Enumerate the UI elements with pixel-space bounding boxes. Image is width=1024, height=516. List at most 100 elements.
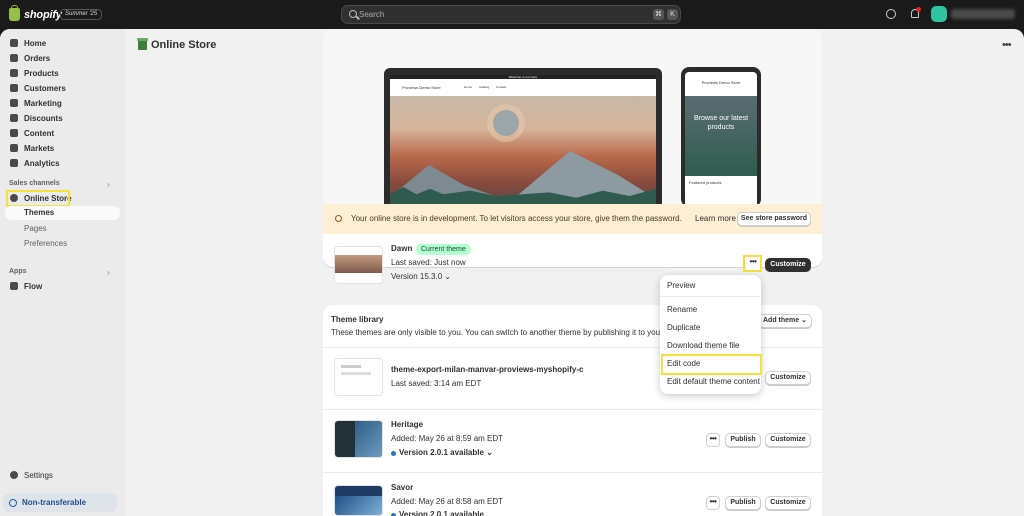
menu-item-duplicate[interactable]: Duplicate	[667, 323, 700, 332]
customize-button[interactable]: Customize	[765, 258, 811, 272]
sidebar-sub-pages[interactable]: Pages	[24, 224, 47, 233]
sidebar-item-label: Flow	[24, 281, 43, 291]
version-available[interactable]: Version 2.0.1 available	[399, 510, 484, 516]
divider	[323, 409, 822, 410]
current-theme-badge: Current theme	[416, 244, 471, 255]
version-label: Version 15.3.0	[391, 272, 443, 281]
more-actions-button[interactable]: •••	[706, 433, 720, 447]
apps-title[interactable]: Apps	[9, 268, 27, 275]
store-icon[interactable]	[886, 9, 896, 19]
edition-badge[interactable]: Summer '25	[60, 9, 103, 20]
chevron-right-icon[interactable]: ›	[107, 180, 110, 189]
heritage-thumbnail[interactable]	[334, 420, 383, 458]
non-transferable-banner[interactable]: Non-transferable	[3, 493, 117, 512]
chevron-right-icon[interactable]: ›	[107, 268, 110, 277]
phone-store-name: Proviews Demo Store	[701, 80, 741, 85]
search-icon	[349, 10, 357, 18]
search-placeholder: Search	[359, 10, 385, 19]
menu-item-download-theme-file[interactable]: Download theme file	[667, 341, 739, 350]
customize-button[interactable]: Customize	[765, 496, 811, 510]
learn-more-link[interactable]: Learn more	[695, 214, 736, 223]
gear-icon	[10, 471, 18, 479]
notification-badge	[916, 7, 921, 12]
savor-thumbnail[interactable]	[334, 485, 383, 516]
chevron-down-icon: ⌄	[801, 317, 807, 324]
shopify-logo[interactable]: shopify	[9, 5, 62, 21]
menu-item-preview[interactable]: Preview	[667, 281, 695, 290]
menu-item-edit-code[interactable]: Edit code	[661, 354, 762, 375]
sun-illustration	[493, 110, 519, 136]
menu-divider	[660, 296, 761, 297]
thumbnail-line	[341, 372, 371, 375]
theme-preview-area: Welcome to our store Proviews Demo Store…	[323, 29, 822, 207]
sidebar-item-orders[interactable]: Orders	[5, 51, 120, 65]
publish-button[interactable]: Publish	[725, 496, 761, 510]
target-icon	[10, 99, 18, 107]
current-theme-last-saved: Last saved: Just now	[391, 258, 466, 267]
laptop-preview[interactable]: Welcome to our store Proviews Demo Store…	[384, 68, 662, 205]
highlight-more-actions	[743, 255, 762, 272]
store-name: Proviews Demo Store	[402, 85, 441, 90]
tag-icon	[10, 69, 18, 77]
sidebar-item-products[interactable]: Products	[5, 66, 120, 80]
sidebar-item-customers[interactable]: Customers	[5, 81, 120, 95]
sidebar-item-label: Orders	[24, 53, 51, 63]
dawn-thumbnail[interactable]	[334, 246, 383, 284]
current-theme-name: Dawn	[391, 244, 413, 253]
account-name-blurred[interactable]	[951, 9, 1015, 19]
laptop-screen: Welcome to our store Proviews Demo Store…	[390, 75, 656, 205]
phone-preview[interactable]: Proviews Demo Store Browse our latest pr…	[681, 67, 761, 207]
highlight-online-store	[6, 190, 70, 207]
phone-featured-label: Featured products	[689, 180, 722, 185]
phone-banner: Browse our latest products	[685, 96, 757, 176]
theme-actions-menu: Preview Rename Duplicate Download theme …	[660, 275, 761, 394]
sidebar-item-markets[interactable]: Markets	[5, 141, 120, 155]
sidebar-item-discounts[interactable]: Discounts	[5, 111, 120, 125]
flow-icon	[10, 282, 18, 290]
nav-catalog: Catalog	[479, 85, 490, 89]
library-theme-name: theme-export-milan-manvar-proviews-mysho…	[391, 365, 584, 374]
theme-library-subtitle: These themes are only visible to you. Yo…	[331, 328, 685, 337]
hero-artwork	[390, 96, 656, 205]
more-actions-button[interactable]: •••	[706, 496, 720, 510]
top-bar: shopify Summer '25 Search ⌘ K	[0, 0, 1024, 29]
sidebar-item-label: Marketing	[24, 98, 62, 108]
customize-button[interactable]: Customize	[765, 371, 811, 385]
phone-banner-text: Browse our latest products	[693, 115, 749, 131]
warning-icon	[335, 215, 342, 222]
sidebar-item-label: Analytics	[24, 158, 60, 168]
sidebar-item-home[interactable]: Home	[5, 36, 120, 50]
sidebar-item-analytics[interactable]: Analytics	[5, 156, 120, 170]
current-theme-card: Welcome to our store Proviews Demo Store…	[323, 29, 822, 267]
menu-item-rename[interactable]: Rename	[667, 305, 697, 314]
menu-item-edit-default-content[interactable]: Edit default theme content	[667, 377, 760, 386]
avatar[interactable]	[931, 6, 947, 22]
sidebar-item-flow[interactable]: Flow	[5, 279, 120, 293]
sidebar-item-settings[interactable]: Settings	[5, 468, 120, 482]
info-icon	[9, 498, 17, 507]
more-actions-icon[interactable]: •••	[1002, 39, 1012, 51]
sales-channels-title[interactable]: Sales channels	[9, 180, 60, 187]
library-theme-meta: Added: May 26 at 8:58 am EDT	[391, 497, 504, 506]
update-dot-icon	[391, 451, 396, 456]
store-icon	[137, 38, 148, 50]
see-store-password-button[interactable]: See store password	[737, 212, 811, 226]
sidebar-item-label: Settings	[24, 470, 53, 480]
sidebar-item-marketing[interactable]: Marketing	[5, 96, 120, 110]
globe-icon	[10, 144, 18, 152]
sidebar-sub-preferences[interactable]: Preferences	[24, 239, 67, 248]
sidebar-sub-themes[interactable]: Themes	[5, 206, 120, 220]
sidebar-item-content[interactable]: Content	[5, 126, 120, 140]
sidebar-item-label: Home	[24, 38, 47, 48]
customize-button[interactable]: Customize	[765, 433, 811, 447]
exported-theme-thumbnail[interactable]	[334, 358, 383, 396]
library-theme-meta: Added: May 26 at 8:59 am EDT	[391, 434, 504, 443]
shopify-bag-icon	[9, 5, 20, 21]
version-available[interactable]: Version 2.0.1 available ⌄	[399, 448, 493, 457]
current-theme-version[interactable]: Version 15.3.0 ⌄	[391, 272, 451, 281]
search-bar[interactable]: Search ⌘ K	[341, 5, 681, 24]
add-theme-button[interactable]: Add theme ⌄	[758, 314, 812, 328]
sidebar-item-label: Content	[24, 128, 55, 138]
publish-button[interactable]: Publish	[725, 433, 761, 447]
add-theme-label: Add theme	[763, 317, 800, 324]
